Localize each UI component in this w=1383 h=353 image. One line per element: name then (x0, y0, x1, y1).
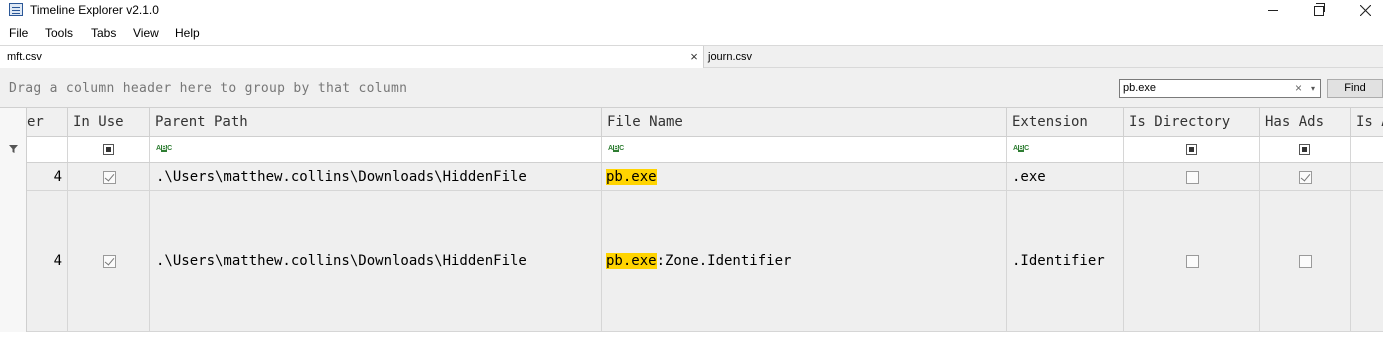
window-title: Timeline Explorer v2.1.0 (30, 3, 159, 17)
cell-is-directory (1124, 163, 1260, 190)
parent-path-value: .\Users\matthew.collins\Downloads\Hidden… (156, 168, 527, 185)
cell-extension: .exe (1007, 163, 1124, 190)
in-use-checkbox[interactable] (103, 170, 116, 184)
column-header-has-ads[interactable]: Has Ads (1260, 108, 1351, 136)
column-header-sequence[interactable]: er (27, 108, 68, 136)
search-dropdown-icon[interactable]: ▾ (1311, 81, 1315, 97)
minimize-icon (1268, 10, 1278, 12)
column-header-in-use[interactable]: In Use (68, 108, 150, 136)
cell-is-directory (1124, 191, 1260, 331)
filter-icon (9, 145, 18, 153)
tab-close-icon[interactable]: × (688, 46, 700, 68)
close-window-button[interactable] (1342, 0, 1383, 21)
table-row[interactable]: 4 .\Users\matthew.collins\Downloads\Hidd… (27, 163, 1383, 191)
data-grid: er In Use Parent Path File Name Extensio… (0, 108, 1383, 353)
title-bar: Timeline Explorer v2.1.0 (0, 0, 1383, 21)
cell-sequence: 4 (27, 163, 68, 190)
group-hint-text: Drag a column header here to group by th… (9, 81, 408, 96)
tab-journ-csv[interactable]: journ.csv (704, 46, 904, 68)
filter-checkbox[interactable] (1299, 144, 1310, 155)
document-tabs: mft.csv × journ.csv (0, 45, 1383, 68)
cell-parent-path: .\Users\matthew.collins\Downloads\Hidden… (150, 163, 602, 190)
tab-mft-csv[interactable]: mft.csv × (0, 46, 704, 68)
cell-has-ads (1260, 163, 1351, 190)
clear-search-icon[interactable]: × (1295, 81, 1302, 95)
column-header-is-directory[interactable]: Is Directory (1124, 108, 1260, 136)
column-header-file-name[interactable]: File Name (602, 108, 1007, 136)
parent-path-value: .\Users\matthew.collins\Downloads\Hidden… (156, 253, 527, 269)
filter-cell-has-ads[interactable] (1260, 137, 1351, 162)
tab-label: mft.csv (7, 51, 42, 63)
file-name-value: pb.exe:Zone.Identifier (606, 253, 791, 269)
row-indicator-column (0, 108, 27, 332)
is-directory-checkbox[interactable] (1186, 255, 1199, 268)
cell-sequence: 4 (27, 191, 68, 331)
search-input[interactable]: pb.exe × ▾ (1119, 79, 1321, 98)
menu-bar: File Tools Tabs View Help (0, 21, 1383, 45)
cell-file-name: pb.exe (602, 163, 1007, 190)
cell-parent-path: .\Users\matthew.collins\Downloads\Hidden… (150, 191, 602, 331)
filter-cell-is-ads[interactable] (1351, 137, 1383, 162)
restore-button[interactable] (1296, 0, 1342, 21)
app-icon (9, 3, 23, 16)
cell-is-ads (1351, 163, 1383, 190)
minimize-button[interactable] (1250, 0, 1296, 21)
in-use-checkbox[interactable] (103, 255, 116, 268)
cell-file-name: pb.exe:Zone.Identifier (602, 191, 1007, 331)
filter-checkbox[interactable] (103, 144, 114, 155)
column-header-is-ads[interactable]: Is A (1351, 108, 1383, 136)
filter-cell-is-directory[interactable] (1124, 137, 1260, 162)
cell-extension: .Identifier (1007, 191, 1124, 331)
search-match-highlight: pb.exe (606, 253, 657, 269)
column-header-parent-path[interactable]: Parent Path (150, 108, 602, 136)
text-filter-icon: ABC (156, 145, 172, 152)
tab-label: journ.csv (708, 51, 753, 63)
cell-in-use (68, 163, 150, 190)
cell-is-ads (1351, 191, 1383, 331)
table-row[interactable]: 4 .\Users\matthew.collins\Downloads\Hidd… (27, 191, 1383, 332)
has-ads-checkbox[interactable] (1299, 170, 1312, 184)
restore-icon (1314, 2, 1325, 16)
menu-file[interactable]: File (9, 26, 28, 40)
filter-cell-file-name[interactable]: ABC (602, 137, 1007, 162)
filter-checkbox[interactable] (1186, 144, 1197, 155)
has-ads-checkbox[interactable] (1299, 255, 1312, 268)
menu-help[interactable]: Help (175, 26, 200, 40)
extension-value: .exe (1012, 168, 1046, 185)
filter-cell-sequence[interactable] (27, 137, 68, 162)
column-header-row: er In Use Parent Path File Name Extensio… (27, 108, 1383, 137)
sequence-value: 4 (53, 168, 62, 185)
text-filter-icon: ABC (1013, 145, 1029, 152)
file-name-value: pb.exe (606, 168, 657, 185)
text-filter-icon: ABC (608, 145, 624, 152)
filter-cell-parent-path[interactable]: ABC (150, 137, 602, 162)
sequence-value: 4 (53, 253, 62, 269)
menu-tabs[interactable]: Tabs (91, 26, 116, 40)
filter-cell-in-use[interactable] (68, 137, 150, 162)
filter-cell-extension[interactable]: ABC (1007, 137, 1124, 162)
menu-tools[interactable]: Tools (45, 26, 73, 40)
search-value: pb.exe (1123, 82, 1157, 94)
menu-view[interactable]: View (133, 26, 159, 40)
filter-row: ABC ABC ABC (27, 137, 1383, 163)
cell-in-use (68, 191, 150, 331)
cell-has-ads (1260, 191, 1351, 331)
extension-value: .Identifier (1012, 253, 1105, 269)
is-directory-checkbox[interactable] (1186, 170, 1199, 184)
file-name-suffix: :Zone.Identifier (656, 253, 792, 269)
column-header-extension[interactable]: Extension (1007, 108, 1124, 136)
search-match-highlight: pb.exe (606, 168, 657, 185)
close-icon (1359, 4, 1371, 17)
find-button[interactable]: Find (1327, 79, 1383, 98)
